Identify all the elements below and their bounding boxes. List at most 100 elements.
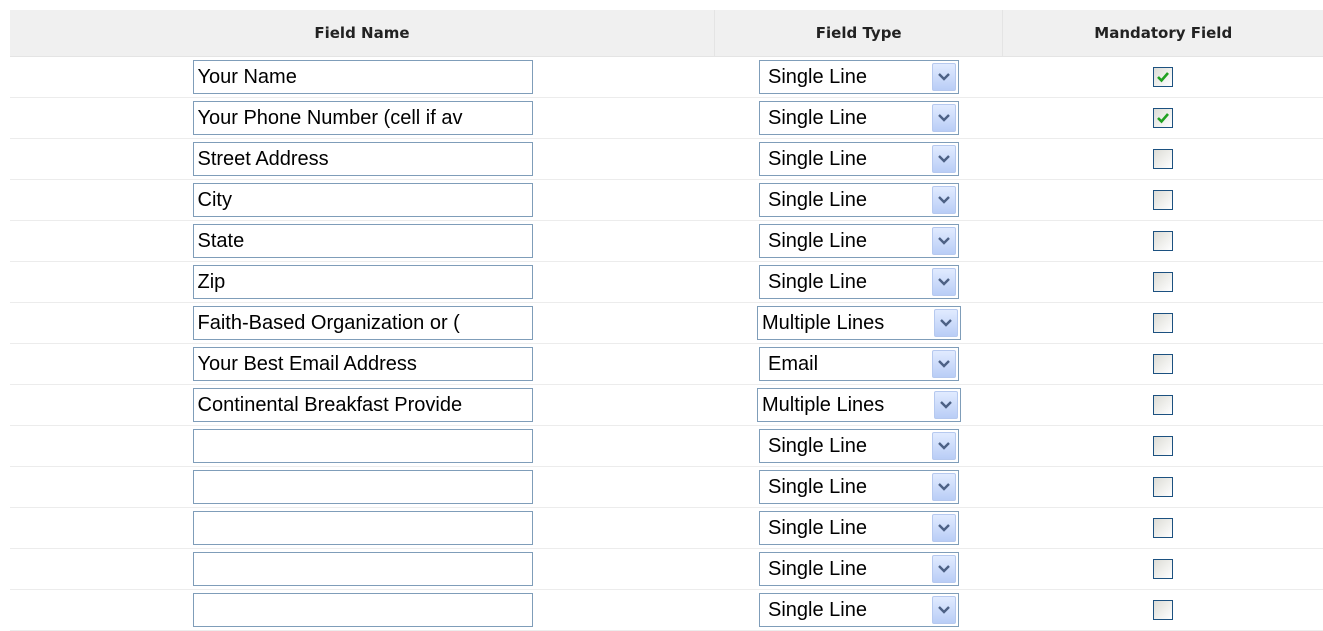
chevron-down-icon[interactable] [932,473,956,501]
field-type-select[interactable]: Single Line [759,183,959,217]
chevron-down-icon[interactable] [932,186,956,214]
field-type-value: Single Line [768,557,867,580]
mandatory-cell [1003,262,1323,302]
table-row: Single Line [10,549,1323,590]
mandatory-checkbox[interactable] [1153,518,1173,538]
mandatory-checkbox[interactable] [1153,354,1173,374]
chevron-down-icon[interactable] [932,596,956,624]
chevron-down-icon[interactable] [932,63,956,91]
chevron-down-icon[interactable] [932,145,956,173]
field-name-cell [10,385,715,425]
field-type-value: Single Line [768,434,867,457]
field-type-value: Single Line [768,598,867,621]
chevron-down-icon[interactable] [932,514,956,542]
field-type-select[interactable]: Email [759,347,959,381]
field-type-select[interactable]: Multiple Lines [757,306,961,340]
mandatory-checkbox[interactable] [1153,436,1173,456]
table-row: Single Line [10,508,1323,549]
field-name-input[interactable] [192,60,533,94]
field-name-input[interactable] [192,265,533,299]
mandatory-checkbox[interactable] [1153,272,1173,292]
field-type-select[interactable]: Single Line [759,470,959,504]
field-name-cell [10,303,715,343]
table-row: Single Line [10,180,1323,221]
field-name-input[interactable] [192,224,533,258]
field-name-input[interactable] [192,470,533,504]
mandatory-checkbox[interactable] [1153,190,1173,210]
chevron-down-icon[interactable] [932,432,956,460]
table-body: Single Line Single Line Single Line Single … [10,57,1323,631]
chevron-down-icon[interactable] [932,104,956,132]
table-header: Field Name Field Type Mandatory Field [10,10,1323,57]
field-name-input[interactable] [192,142,533,176]
field-type-select[interactable]: Single Line [759,224,959,258]
table-row: Single Line [10,98,1323,139]
field-type-select[interactable]: Single Line [759,552,959,586]
field-type-select[interactable]: Multiple Lines [757,388,961,422]
mandatory-checkbox[interactable] [1153,559,1173,579]
table-row: Single Line [10,139,1323,180]
field-name-cell [10,139,715,179]
mandatory-cell [1003,139,1323,179]
field-name-cell [10,508,715,548]
table-row: Single Line [10,221,1323,262]
field-type-value: Single Line [768,188,867,211]
mandatory-checkbox[interactable] [1153,67,1173,87]
field-type-select[interactable]: Single Line [759,60,959,94]
table-row: Single Line [10,426,1323,467]
chevron-down-icon[interactable] [934,391,958,419]
chevron-down-icon[interactable] [932,227,956,255]
chevron-down-icon[interactable] [932,555,956,583]
field-type-select[interactable]: Single Line [759,101,959,135]
table-row: Multiple Lines [10,303,1323,344]
field-name-input[interactable] [192,347,533,381]
mandatory-cell [1003,590,1323,630]
chevron-down-icon[interactable] [932,268,956,296]
chevron-down-icon[interactable] [932,350,956,378]
field-name-cell [10,344,715,384]
mandatory-checkbox[interactable] [1153,108,1173,128]
checkmark-icon [1156,70,1170,84]
mandatory-checkbox[interactable] [1153,395,1173,415]
field-type-select[interactable]: Single Line [759,142,959,176]
field-type-select[interactable]: Single Line [759,511,959,545]
table-row: Single Line [10,57,1323,98]
mandatory-checkbox[interactable] [1153,600,1173,620]
mandatory-cell [1003,98,1323,138]
field-name-input[interactable] [192,388,533,422]
field-name-input[interactable] [192,183,533,217]
field-type-cell: Multiple Lines [715,303,1003,343]
mandatory-cell [1003,385,1323,425]
field-name-input[interactable] [192,306,533,340]
field-type-select[interactable]: Single Line [759,429,959,463]
field-name-input[interactable] [192,429,533,463]
mandatory-cell [1003,221,1323,261]
field-type-cell: Single Line [715,508,1003,548]
mandatory-checkbox[interactable] [1153,149,1173,169]
mandatory-checkbox[interactable] [1153,313,1173,333]
table-row: Multiple Lines [10,385,1323,426]
mandatory-cell [1003,57,1323,97]
field-name-input[interactable] [192,511,533,545]
field-type-value: Single Line [768,65,867,88]
field-type-cell: Single Line [715,57,1003,97]
field-type-cell: Single Line [715,139,1003,179]
field-name-input[interactable] [192,101,533,135]
field-name-input[interactable] [192,593,533,627]
chevron-down-icon[interactable] [934,309,958,337]
field-type-cell: Single Line [715,467,1003,507]
field-type-value: Single Line [768,229,867,252]
field-type-value: Email [768,352,819,375]
field-name-cell [10,549,715,589]
table-row: Single Line [10,467,1323,508]
field-name-cell [10,221,715,261]
field-type-select[interactable]: Single Line [759,265,959,299]
field-name-input[interactable] [192,552,533,586]
mandatory-checkbox[interactable] [1153,477,1173,497]
field-name-cell [10,98,715,138]
field-type-value: Single Line [768,147,867,170]
mandatory-checkbox[interactable] [1153,231,1173,251]
header-field-name: Field Name [314,24,410,42]
table-row: Single Line [10,262,1323,303]
field-type-select[interactable]: Single Line [759,593,959,627]
